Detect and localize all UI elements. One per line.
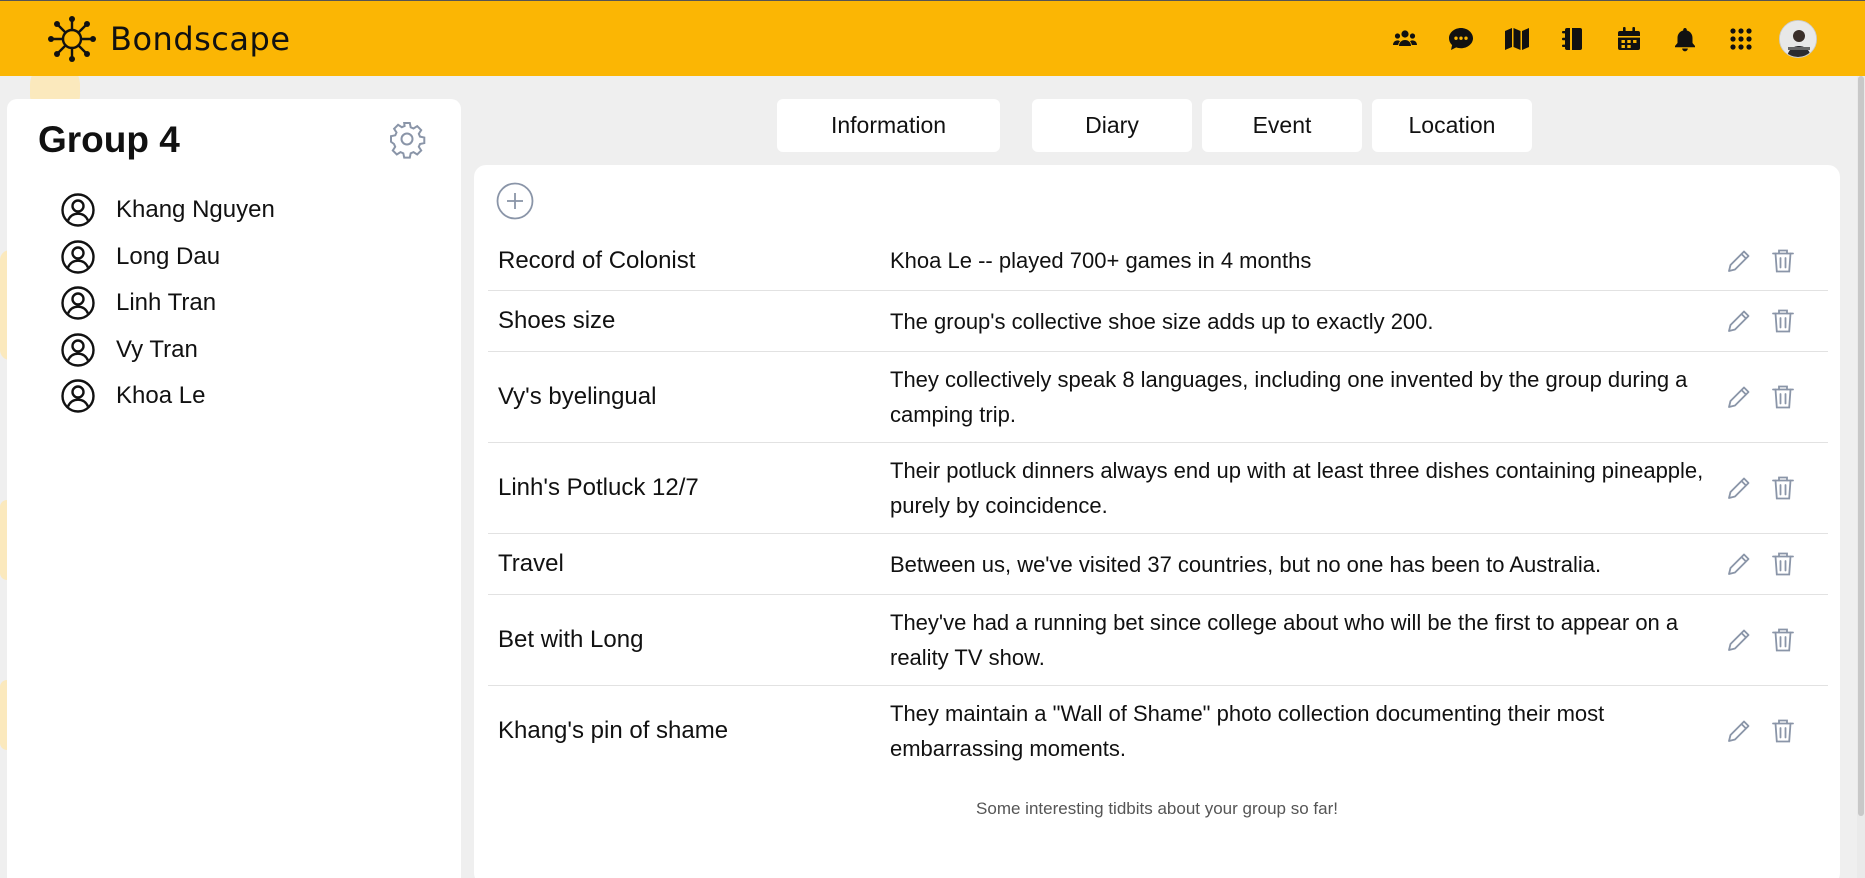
edit-pencil-icon[interactable] (1724, 625, 1754, 655)
member-name: Khoa Le (116, 382, 206, 410)
map-icon[interactable] (1497, 19, 1537, 59)
section-tabs: Information Diary Event Location (777, 99, 1542, 152)
entry-title: Record of Colonist (498, 246, 696, 274)
entry-actions (1716, 306, 1826, 336)
member-item[interactable]: Long Dau (60, 234, 275, 281)
edit-pencil-icon[interactable] (1724, 549, 1754, 579)
trash-icon[interactable] (1768, 246, 1798, 276)
tab-diary[interactable]: Diary (1032, 99, 1192, 152)
entry-description: They collectively speak 8 languages, inc… (890, 367, 1688, 427)
tab-information[interactable]: Information (777, 99, 1000, 152)
book-icon[interactable] (1553, 19, 1593, 59)
entry-row: Vy's byelingual They collectively speak … (488, 352, 1828, 443)
entry-actions (1716, 549, 1826, 579)
calendar-icon[interactable] (1609, 19, 1649, 59)
brand[interactable]: Bondscape (44, 15, 291, 63)
entry-actions (1716, 382, 1826, 412)
member-item[interactable]: Vy Tran (60, 327, 275, 374)
edit-pencil-icon[interactable] (1724, 473, 1754, 503)
app-name: Bondscape (110, 20, 291, 58)
chat-icon[interactable] (1441, 19, 1481, 59)
user-circle-icon (61, 193, 95, 227)
entry-title: Vy's byelingual (498, 383, 657, 410)
trash-icon[interactable] (1768, 549, 1798, 579)
member-item[interactable]: Khoa Le (60, 373, 275, 420)
member-list: Khang Nguyen Long Dau Linh Tran Vy Tran … (60, 187, 275, 420)
edit-pencil-icon[interactable] (1724, 306, 1754, 336)
footer-note: Some interesting tidbits about your grou… (976, 799, 1338, 818)
entry-actions (1716, 473, 1826, 503)
group-sidebar: Group 4 Khang Nguyen Long Dau Linh Tran … (7, 99, 461, 878)
entry-row: Khang's pin of shame They maintain a "Wa… (488, 686, 1828, 775)
entry-title: Bet with Long (498, 626, 644, 653)
entry-actions (1716, 625, 1826, 655)
entry-title: Linh's Potluck 12/7 (498, 474, 699, 501)
entry-actions (1716, 716, 1826, 746)
trash-icon[interactable] (1768, 306, 1798, 336)
entry-row: Linh's Potluck 12/7 Their potluck dinner… (488, 443, 1828, 534)
entry-actions (1716, 246, 1826, 276)
entry-title: Shoes size (498, 307, 616, 334)
edit-pencil-icon[interactable] (1724, 382, 1754, 412)
add-entry-button[interactable] (496, 182, 534, 220)
entry-list: Record of Colonist Khoa Le -- played 700… (488, 231, 1828, 775)
user-circle-icon (61, 333, 95, 367)
member-name: Vy Tran (116, 335, 198, 363)
trash-icon[interactable] (1768, 382, 1798, 412)
user-circle-icon (61, 286, 95, 320)
entry-description: The group's collective shoe size adds up… (890, 308, 1434, 334)
entry-title: Khang's pin of shame (498, 716, 729, 744)
user-circle-icon (61, 240, 95, 274)
tab-location[interactable]: Location (1372, 99, 1532, 152)
network-logo-icon (48, 16, 96, 62)
entry-row: Travel Between us, we've visited 37 coun… (488, 534, 1828, 595)
entry-description: Khoa Le -- played 700+ games in 4 months (890, 248, 1312, 273)
trash-icon[interactable] (1768, 625, 1798, 655)
apps-grid-icon[interactable] (1721, 19, 1761, 59)
entry-row: Record of Colonist Khoa Le -- played 700… (488, 231, 1828, 291)
information-panel: Record of Colonist Khoa Le -- played 700… (474, 165, 1840, 878)
tab-event[interactable]: Event (1202, 99, 1362, 152)
member-item[interactable]: Khang Nguyen (60, 187, 275, 234)
bell-icon[interactable] (1665, 19, 1705, 59)
entry-description: They've had a running bet since college … (890, 610, 1679, 670)
gear-icon[interactable] (387, 119, 427, 159)
entry-row: Bet with Long They've had a running bet … (488, 595, 1828, 686)
top-nav-icons (1369, 19, 1817, 59)
user-avatar[interactable] (1779, 20, 1817, 58)
group-title: Group 4 (38, 119, 180, 160)
member-name: Linh Tran (116, 289, 217, 317)
scrollbar-thumb[interactable] (1858, 76, 1864, 816)
trash-icon[interactable] (1768, 473, 1798, 503)
edit-pencil-icon[interactable] (1724, 716, 1754, 746)
edit-pencil-icon[interactable] (1724, 246, 1754, 276)
trash-icon[interactable] (1768, 716, 1798, 746)
member-item[interactable]: Linh Tran (60, 280, 275, 327)
member-name: Long Dau (116, 242, 221, 270)
entry-description: They maintain a "Wall of Shame" photo co… (890, 700, 1605, 761)
top-navigation-bar: Bondscape (0, 0, 1865, 76)
page-scrollbar[interactable] (1857, 76, 1865, 878)
entry-description: Their potluck dinners always end up with… (890, 458, 1704, 518)
entry-row: Shoes size The group's collective shoe s… (488, 291, 1828, 352)
entry-description: Between us, we've visited 37 countries, … (890, 551, 1602, 577)
user-circle-icon (61, 379, 95, 413)
member-name: Khang Nguyen (116, 196, 275, 224)
entry-title: Travel (498, 550, 564, 577)
groups-icon[interactable] (1385, 19, 1425, 59)
